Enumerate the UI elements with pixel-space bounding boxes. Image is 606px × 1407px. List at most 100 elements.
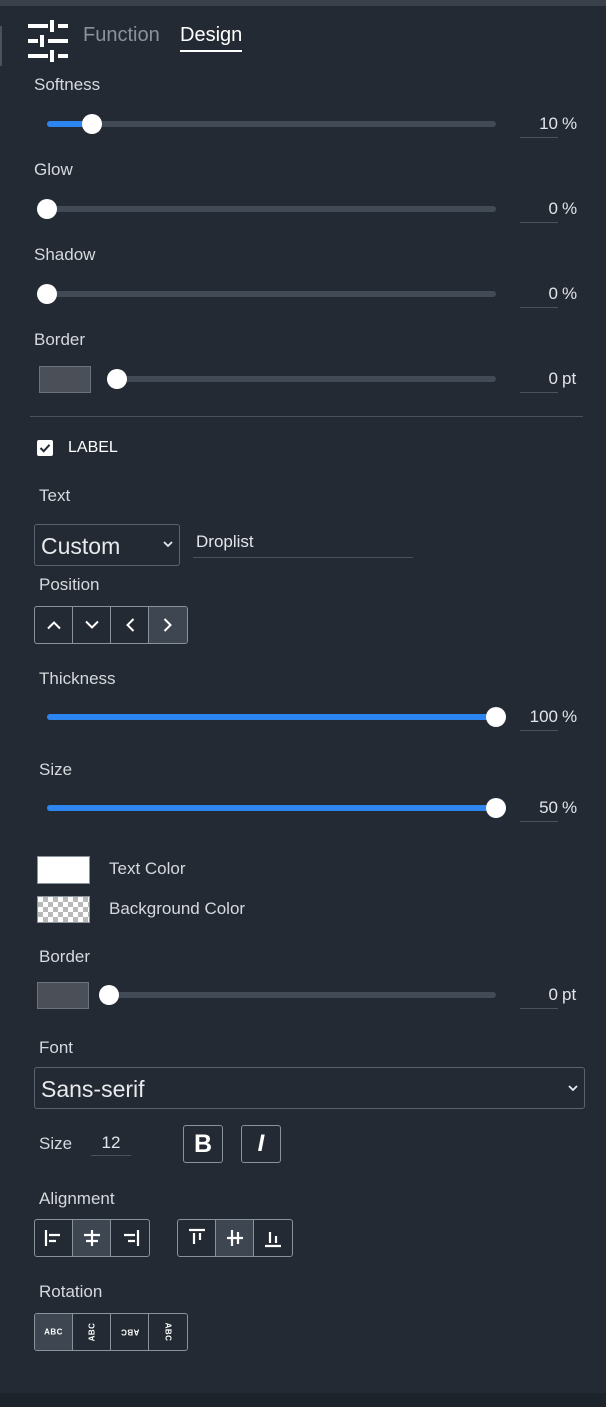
- thickness-unit: %: [562, 707, 578, 726]
- font-label: Font: [39, 1038, 74, 1057]
- alignment-label: Alignment: [39, 1189, 115, 1208]
- align-middle-icon: [226, 1230, 243, 1246]
- tab-design[interactable]: Design: [180, 24, 243, 52]
- thickness-slider[interactable]: [47, 707, 506, 727]
- font-size-input[interactable]: 12: [91, 1133, 131, 1156]
- tune-icon: [28, 20, 68, 62]
- label-border-value[interactable]: 0: [520, 985, 558, 1009]
- chevron-down-icon: [163, 541, 173, 548]
- glow-slider[interactable]: [37, 199, 496, 219]
- align-center-icon: [83, 1230, 100, 1246]
- italic-button[interactable]: I: [241, 1125, 281, 1163]
- vertical-alignment-buttons: [177, 1219, 293, 1257]
- thickness-thumb[interactable]: [486, 707, 506, 727]
- font-select[interactable]: Sans-serif: [34, 1067, 585, 1109]
- size-slider-unit: %: [562, 798, 578, 817]
- check-icon: [39, 444, 51, 453]
- shadow-value[interactable]: 0: [520, 284, 558, 308]
- label-border-color-swatch[interactable]: [37, 982, 89, 1009]
- align-bottom-button[interactable]: [254, 1220, 292, 1256]
- label-text-input[interactable]: Droplist: [193, 532, 413, 558]
- rotation-label: Rotation: [39, 1282, 103, 1301]
- rotation-270-button[interactable]: ABC: [149, 1314, 187, 1350]
- size-slider-value[interactable]: 50: [520, 798, 558, 822]
- size-slider-label: Size: [39, 760, 73, 779]
- softness-label: Softness: [34, 75, 101, 94]
- panel-edge-marker: [0, 26, 2, 66]
- align-center-button[interactable]: [73, 1220, 111, 1256]
- font-size-label: Size: [39, 1134, 73, 1153]
- position-label: Position: [39, 575, 100, 594]
- thickness-value[interactable]: 100: [520, 707, 558, 731]
- shadow-unit: %: [562, 284, 578, 303]
- label-border-slider[interactable]: [99, 985, 496, 1005]
- border-unit: pt: [562, 369, 577, 388]
- size-fill: [47, 805, 496, 811]
- label-border-label: Border: [39, 947, 91, 966]
- border-slider[interactable]: [107, 369, 496, 389]
- position-buttons: [34, 606, 188, 644]
- border-label: Border: [34, 330, 86, 349]
- softness-slider[interactable]: [47, 114, 496, 134]
- align-left-icon: [44, 1230, 60, 1246]
- shadow-thumb[interactable]: [37, 284, 57, 304]
- chevron-right-icon: [163, 618, 172, 632]
- border-value[interactable]: 0: [520, 369, 558, 393]
- align-bottom-icon: [265, 1232, 281, 1248]
- rotation-90-text: ABC: [87, 1322, 96, 1342]
- rotation-180-text: ABC: [120, 1327, 139, 1337]
- thickness-fill: [47, 714, 496, 720]
- background-color-swatch[interactable]: [37, 896, 90, 923]
- position-right-button[interactable]: [149, 607, 187, 643]
- softness-value[interactable]: 10: [520, 114, 558, 138]
- align-top-icon: [188, 1228, 205, 1244]
- background-color-label: Background Color: [109, 899, 246, 918]
- text-color-swatch[interactable]: [37, 856, 90, 884]
- softness-unit: %: [562, 114, 578, 133]
- label-checkbox[interactable]: [37, 440, 53, 456]
- font-value: Sans-serif: [41, 1076, 145, 1102]
- border-color-swatch[interactable]: [39, 366, 91, 393]
- rotation-90-button[interactable]: ABC: [73, 1314, 111, 1350]
- glow-value[interactable]: 0: [520, 199, 558, 223]
- glow-label: Glow: [34, 160, 73, 179]
- tab-function[interactable]: Function: [83, 24, 160, 47]
- position-down-button[interactable]: [73, 607, 111, 643]
- align-right-button[interactable]: [111, 1220, 149, 1256]
- chevron-up-icon: [46, 621, 61, 630]
- section-divider: [30, 416, 583, 417]
- chevron-down-icon: [568, 1085, 578, 1092]
- chevron-down-icon: [84, 620, 99, 629]
- label-border-unit: pt: [562, 985, 577, 1004]
- horizontal-alignment-buttons: [34, 1219, 150, 1257]
- text-mode-select[interactable]: Custom: [34, 524, 180, 566]
- chevron-left-icon: [125, 618, 134, 632]
- softness-thumb[interactable]: [81, 114, 102, 134]
- rotation-0-button[interactable]: ABC: [35, 1314, 73, 1350]
- bold-button[interactable]: B: [183, 1125, 223, 1163]
- clipped-footer: [0, 1393, 606, 1407]
- panel-header: Function Design: [0, 6, 606, 66]
- text-mode-value: Custom: [41, 533, 121, 559]
- rotation-180-button[interactable]: ABC: [111, 1314, 149, 1350]
- align-left-button[interactable]: [35, 1220, 73, 1256]
- size-slider[interactable]: [47, 798, 506, 818]
- label-section-title: LABEL: [68, 439, 118, 456]
- align-right-icon: [124, 1230, 140, 1246]
- shadow-slider[interactable]: [37, 284, 496, 304]
- label-border-thumb[interactable]: [99, 985, 119, 1005]
- text-label: Text: [39, 486, 71, 505]
- glow-unit: %: [562, 199, 578, 218]
- size-thumb[interactable]: [486, 798, 506, 818]
- align-middle-button[interactable]: [216, 1220, 254, 1256]
- rotation-buttons: ABC ABC ABC ABC: [34, 1313, 188, 1351]
- position-left-button[interactable]: [111, 607, 149, 643]
- shadow-label: Shadow: [34, 245, 96, 264]
- rotation-270-text: ABC: [163, 1322, 173, 1342]
- align-top-button[interactable]: [178, 1220, 216, 1256]
- glow-thumb[interactable]: [37, 199, 57, 219]
- thickness-label: Thickness: [39, 669, 116, 688]
- rotation-0-text: ABC: [44, 1327, 63, 1337]
- border-thumb[interactable]: [107, 369, 127, 389]
- position-up-button[interactable]: [35, 607, 73, 643]
